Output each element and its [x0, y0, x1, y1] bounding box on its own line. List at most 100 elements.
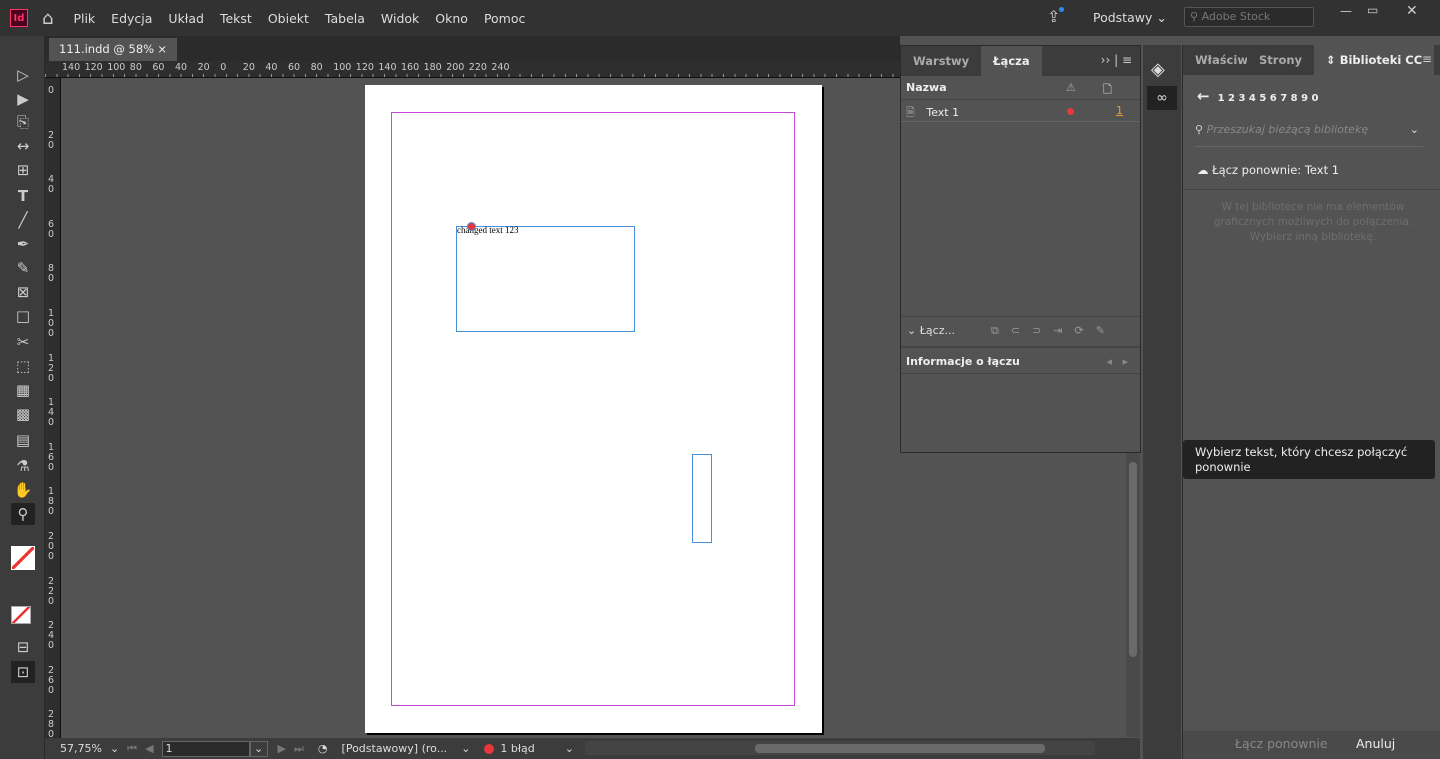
page-column-icon[interactable]: 🗋: [1103, 81, 1112, 100]
pencil-tool-icon[interactable]: ✎: [11, 257, 35, 279]
layers-icon[interactable]: ◈: [1151, 59, 1165, 80]
free-transform-tool-icon[interactable]: ⬚: [11, 355, 35, 377]
menu-okno[interactable]: Okno: [427, 11, 476, 26]
master-label[interactable]: [Podstawowy] (ro...: [342, 742, 448, 755]
first-page-icon[interactable]: ⏮: [127, 742, 137, 756]
cloud-icon: ☁: [1197, 163, 1209, 177]
menu-obiekt[interactable]: Obiekt: [260, 11, 317, 26]
zoom-tool-icon[interactable]: ⚲: [11, 503, 35, 525]
document-tabs: 111.indd @ 58% ×: [45, 36, 900, 61]
tab-lacza[interactable]: Łącza: [981, 46, 1042, 76]
title-bar: Id ⌂ Plik Edycja Układ Tekst Obiekt Tabe…: [0, 0, 1440, 36]
status-bar: 57,75% ⌄ ⏮ ◀ 1 ⌄ ▶ ⏭ ◔ [Podstawowy] (ro... ⌄ …: [45, 738, 1140, 759]
fill-stroke-swatch-icon[interactable]: [11, 546, 35, 570]
close-tab-icon[interactable]: ×: [157, 42, 167, 57]
selection-tool-icon[interactable]: ▷: [11, 64, 35, 86]
type-tool-icon[interactable]: T: [11, 185, 35, 207]
page-tool-icon[interactable]: ⎘: [11, 111, 35, 133]
document-tab[interactable]: 111.indd @ 58% ×: [49, 38, 177, 61]
page-dropdown-icon[interactable]: ⌄: [249, 740, 268, 757]
ruler-tick-label: 80: [129, 62, 142, 73]
panel-menu-icon[interactable]: ›› | ≡: [1101, 53, 1132, 67]
gradient-feather-tool-icon[interactable]: ▩: [11, 403, 35, 425]
ruler-tick-label: 160: [401, 62, 420, 73]
collapse-icon[interactable]: ⌄: [907, 324, 916, 337]
tab-warstwy[interactable]: Warstwy: [901, 46, 981, 76]
chevron-down-icon[interactable]: ⌄: [1410, 123, 1419, 136]
screen-mode-icon[interactable]: ⊟: [11, 636, 35, 658]
relink-button[interactable]: Łącz ponownie: [1235, 736, 1328, 751]
direct-selection-tool-icon[interactable]: ▶: [11, 88, 35, 110]
back-arrow-icon[interactable]: ←: [1197, 87, 1210, 105]
ruler-tick-label: 120: [84, 62, 103, 73]
empty-message: W tej bibliotece nie ma elementów grafic…: [1213, 201, 1413, 243]
maximize-button[interactable]: ▭: [1367, 3, 1378, 17]
tab-strony[interactable]: Strony: [1247, 45, 1314, 75]
menu-widok[interactable]: Widok: [373, 11, 427, 26]
pen-tool-icon[interactable]: ✒: [11, 233, 35, 255]
menu-tekst[interactable]: Tekst: [212, 11, 260, 26]
zoom-level[interactable]: 57,75%: [60, 742, 102, 755]
share-icon[interactable]: ⇪: [1047, 7, 1065, 26]
next-page-icon[interactable]: ▶: [278, 742, 286, 755]
preflight-errors[interactable]: 1 błąd: [500, 742, 534, 755]
vertical-scrollbar[interactable]: [1126, 452, 1140, 737]
workspace-dropdown[interactable]: Podstawy ⌄: [1093, 10, 1167, 25]
error-dot-icon: [484, 743, 495, 754]
minimize-button[interactable]: —: [1340, 4, 1352, 18]
menu-tabela[interactable]: Tabela: [317, 11, 373, 26]
ruler-tick-label: 100: [333, 62, 352, 73]
info-nav-icons[interactable]: ◂ ▸: [1106, 355, 1128, 368]
ruler-tick-label: 80: [310, 62, 323, 73]
gradient-tool-icon[interactable]: ▦: [11, 379, 35, 401]
rectangle-frame-tool-icon[interactable]: ⊠: [11, 281, 35, 303]
menu-edycja[interactable]: Edycja: [103, 11, 160, 26]
last-page-icon[interactable]: ⏭: [294, 742, 304, 756]
view-mode-icon[interactable]: ⊡: [11, 661, 35, 683]
link-action-icons[interactable]: ⧉⊂⊃⇥⟳✎: [991, 324, 1117, 338]
ruler-tick-label: 0: [220, 62, 227, 73]
ruler-tick-label: 20: [197, 62, 210, 73]
ruler-tick-label: 280: [48, 709, 55, 741]
missing-cloud-icon: [1067, 108, 1074, 115]
ruler-tick-label: 140: [62, 62, 81, 73]
apply-none-icon[interactable]: [11, 606, 31, 624]
prev-page-icon[interactable]: ◀: [145, 742, 153, 755]
tab-wlasciwosci[interactable]: Właściwoś: [1183, 45, 1247, 75]
library-search[interactable]: ⚲ Przeszukaj bieżącą bibliotekę ⌄: [1195, 119, 1423, 147]
empty-frame[interactable]: [692, 454, 712, 543]
menu-uklad[interactable]: Układ: [160, 11, 212, 26]
gap-tool-icon[interactable]: ↔: [11, 135, 35, 157]
line-tool-icon[interactable]: ╱: [11, 209, 35, 231]
link-row[interactable]: 🗎 Text 1 1: [901, 100, 1140, 122]
cancel-button[interactable]: Anuluj: [1356, 736, 1395, 751]
home-icon[interactable]: ⌂: [42, 8, 53, 29]
preflight-profile-icon[interactable]: ◔: [318, 742, 328, 755]
menu-plik[interactable]: Plik: [65, 11, 103, 26]
link-cloud-icon: [467, 222, 476, 231]
links-icon[interactable]: ∞: [1147, 86, 1177, 110]
eyedropper-tool-icon[interactable]: ⚗: [11, 455, 35, 477]
text-frame[interactable]: changed text 123: [456, 222, 635, 332]
ruler-tick-label: 200: [446, 62, 465, 73]
scissors-tool-icon[interactable]: ✂: [11, 331, 35, 353]
tab-biblioteki-cc[interactable]: ⇕ Biblioteki CC: [1314, 45, 1435, 75]
note-tool-icon[interactable]: ▤: [11, 429, 35, 451]
menu-pomoc[interactable]: Pomoc: [476, 11, 533, 26]
rectangle-tool-icon[interactable]: □: [11, 305, 35, 327]
page-field[interactable]: 1: [161, 740, 250, 757]
ruler-tick-label: 40: [48, 174, 55, 196]
content-collector-icon[interactable]: ⊞: [11, 159, 35, 181]
stock-search[interactable]: ⚲ Adobe Stock: [1184, 7, 1314, 27]
breadcrumb[interactable]: 1 2 3 4 5 6 7 8 9 0: [1218, 93, 1319, 104]
horizontal-scrollbar[interactable]: [585, 741, 1095, 755]
vertical-ruler: 0 20 40 60 80 100 120 140 160 180 200 220 240 260 280: [45, 78, 61, 741]
close-window-button[interactable]: ✕: [1406, 3, 1418, 19]
ruler-tick-label: 100: [107, 62, 126, 73]
hand-tool-icon[interactable]: ✋: [11, 479, 35, 501]
panel-menu-icon[interactable]: ≡: [1422, 52, 1432, 66]
column-name[interactable]: Nazwa: [906, 81, 947, 94]
zoom-dropdown-icon[interactable]: ⌄: [110, 742, 119, 755]
links-panel: Warstwy Łącza ›› | ≡ Nazwa ⚠ 🗋 🗎 Text 1 …: [900, 45, 1141, 453]
status-column-icon[interactable]: ⚠: [1066, 81, 1076, 94]
